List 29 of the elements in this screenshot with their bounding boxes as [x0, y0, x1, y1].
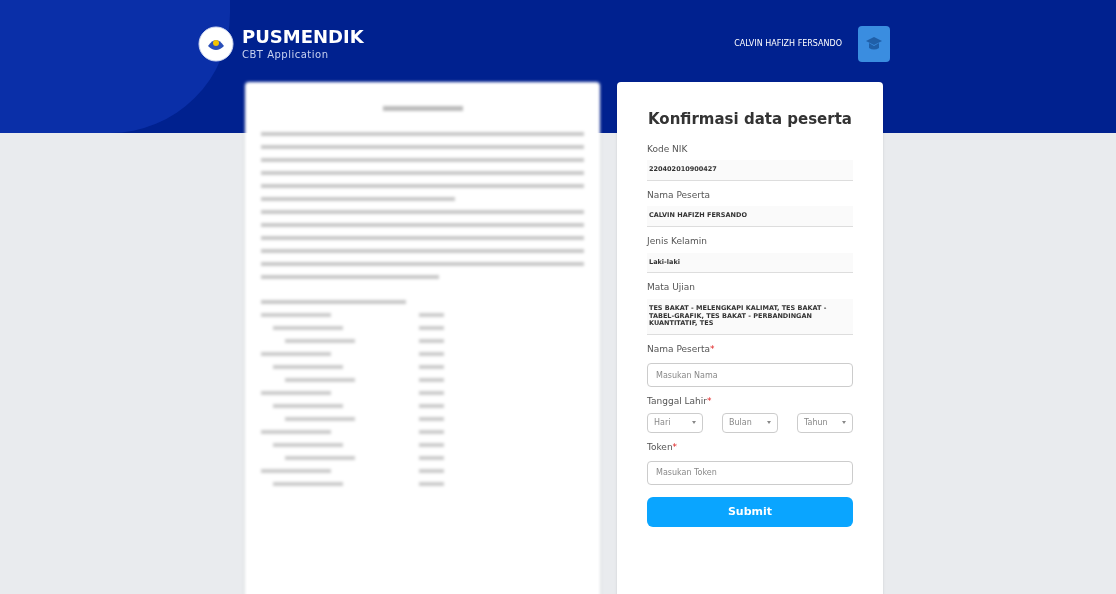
- token-input[interactable]: Masukan Token: [647, 460, 853, 485]
- date-select[interactable]: Bulan: [722, 412, 778, 433]
- user-avatar[interactable]: [858, 25, 890, 62]
- field-label: Tanggal Lahir: [647, 396, 707, 407]
- form-title: Konfirmasi data peserta: [647, 109, 853, 130]
- caret-icon: [842, 421, 846, 425]
- date-select[interactable]: Hari: [647, 412, 703, 433]
- user-name: CALVIN HAFIZH FERSANDO: [734, 37, 842, 50]
- brand-name: PUSMENDIK: [242, 26, 364, 49]
- field-label: Kode NIK: [647, 143, 688, 154]
- required-mark: *: [672, 441, 678, 452]
- field-label: Nama Peserta: [647, 189, 710, 200]
- required-mark: *: [710, 344, 715, 355]
- submit-button[interactable]: Submit: [647, 496, 853, 527]
- select-text: Bulan: [729, 416, 752, 429]
- name-input[interactable]: Masukan Nama: [647, 363, 853, 388]
- caret-icon: [692, 421, 696, 425]
- field-label: Token: [647, 441, 673, 452]
- select-text: Tahun: [804, 416, 828, 429]
- field-label: Nama Peserta: [647, 344, 710, 355]
- date-select[interactable]: Tahun: [797, 412, 853, 433]
- field-label: Mata Ujian: [647, 282, 695, 293]
- emblem-icon: [198, 25, 234, 62]
- field-label: Jenis Kelamin: [647, 236, 707, 247]
- caret-icon: [767, 421, 771, 425]
- select-text: Hari: [654, 416, 671, 429]
- required-mark: *: [706, 396, 712, 407]
- graduation-cap-icon: [865, 35, 883, 52]
- brand-subtitle: CBT Application: [242, 48, 330, 61]
